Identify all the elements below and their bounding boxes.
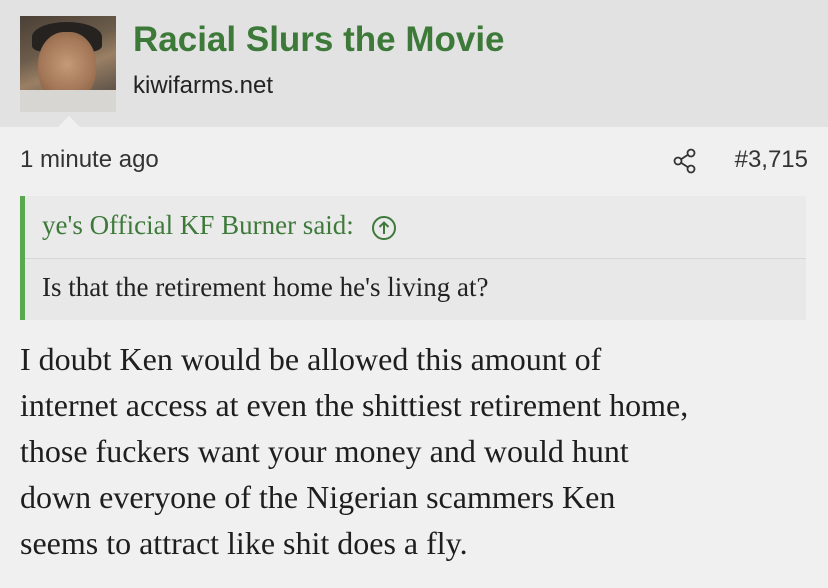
quote-author[interactable]: ye's Official KF Burner said: [42, 210, 397, 241]
post-meta: 1 minute ago #3,715 [20, 146, 808, 176]
avatar[interactable] [20, 16, 116, 112]
post-number[interactable]: #3,715 [735, 146, 808, 174]
post-timestamp[interactable]: 1 minute ago [20, 146, 159, 174]
quote-block: ye's Official KF Burner said: Is that th… [20, 196, 806, 320]
post-body-line: internet access at even the shittiest re… [20, 387, 689, 423]
quote-author-label: ye's Official KF Burner said: [42, 210, 354, 240]
thread-header: Racial Slurs the Movie kiwifarms.net [0, 0, 828, 127]
avatar-shirt [20, 90, 116, 112]
site-name: kiwifarms.net [133, 72, 274, 99]
share-icon[interactable] [672, 148, 698, 174]
quote-text: Is that the retirement home he's living … [42, 272, 489, 302]
post-body: I doubt Ken would be allowed this amount… [20, 336, 820, 566]
post-body-line: seems to attract like shit does a fly. [20, 525, 468, 561]
header-pointer [58, 116, 80, 127]
thread-title[interactable]: Racial Slurs the Movie [133, 20, 505, 60]
post-body-line: those fuckers want your money and would … [20, 433, 629, 469]
post-body-line: down everyone of the Nigerian scammers K… [20, 479, 616, 515]
arrow-up-circle-icon[interactable] [371, 215, 397, 241]
quote-header: ye's Official KF Burner said: [25, 196, 806, 259]
post-body-line: I doubt Ken would be allowed this amount… [20, 341, 602, 377]
